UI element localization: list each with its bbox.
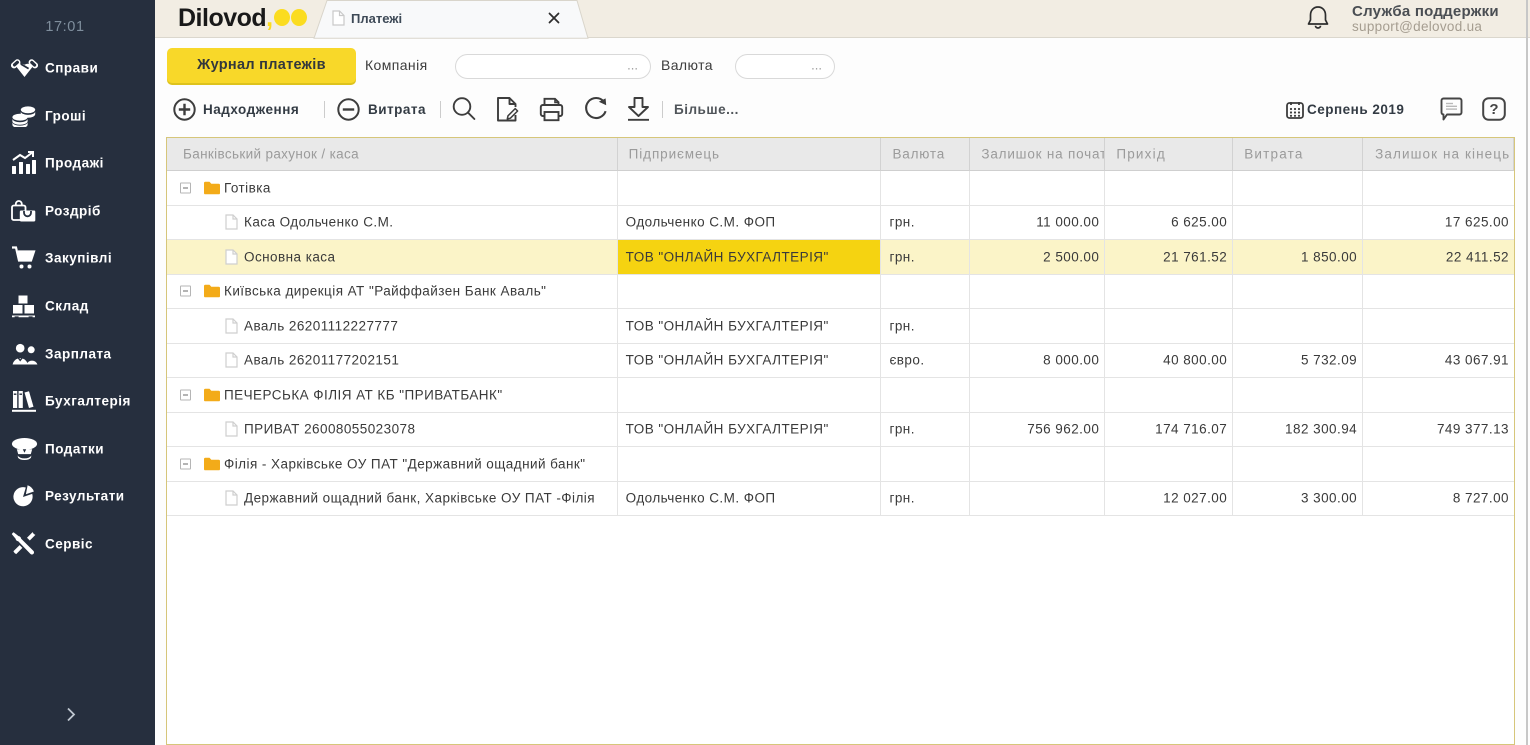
svg-text:?: ? [1489,101,1498,118]
